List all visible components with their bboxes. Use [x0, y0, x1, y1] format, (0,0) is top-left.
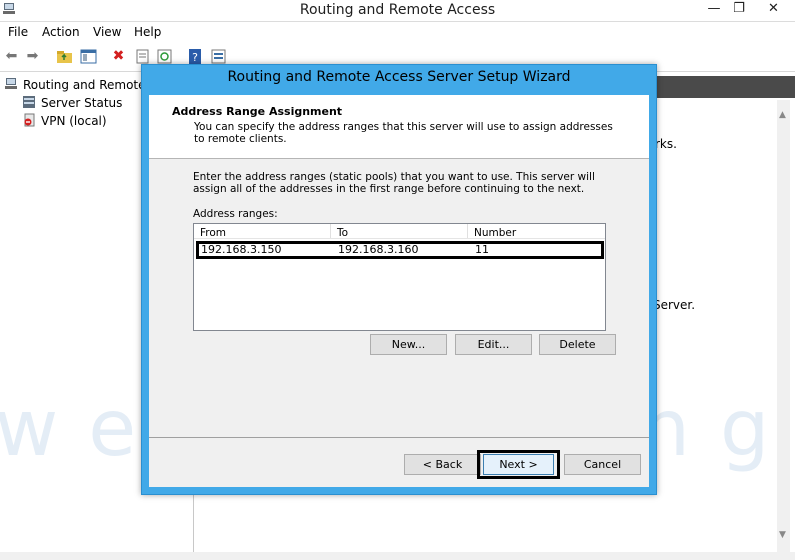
back-button[interactable]: < Back [404, 454, 481, 475]
edit-range-button[interactable]: Edit... [455, 334, 532, 355]
tree-item-vpn-local[interactable]: VPN (local) [22, 113, 107, 128]
tree-item-root[interactable]: Routing and Remote A [4, 77, 158, 92]
details-text-fragment-2: Server. [653, 298, 696, 312]
tree-item-server-status-label: Server Status [41, 96, 123, 110]
page-subheading: You can specify the address ranges that … [194, 121, 613, 145]
menu-view[interactable]: View [93, 25, 121, 39]
wizard-header: Address Range Assignment You can specify… [149, 95, 649, 159]
scroll-down-icon[interactable]: ▼ [779, 530, 786, 540]
refresh-icon[interactable] [156, 48, 173, 65]
column-header-to[interactable]: To [331, 224, 468, 239]
scroll-up-icon[interactable]: ▲ [779, 110, 786, 120]
dialog-title: Routing and Remote Access Server Setup W… [227, 69, 571, 85]
setup-wizard-dialog: Routing and Remote Access Server Setup W… [141, 64, 657, 495]
menu-action[interactable]: Action [42, 25, 80, 39]
cancel-button[interactable]: Cancel [564, 454, 641, 475]
delete-icon[interactable]: ✖ [110, 48, 127, 65]
cell-number: 11 [475, 243, 489, 256]
delete-range-button[interactable]: Delete [539, 334, 616, 355]
back-arrow-icon[interactable]: ⬅ [3, 48, 20, 65]
dialog-body: Address Range Assignment You can specify… [149, 95, 649, 487]
server-status-icon [22, 95, 36, 109]
close-button[interactable]: ✕ [752, 0, 795, 19]
footer-divider [149, 437, 649, 438]
forward-arrow-icon[interactable]: ➡ [24, 48, 41, 65]
server-icon [4, 77, 18, 91]
next-button[interactable]: Next > [483, 454, 554, 475]
cell-to: 192.168.3.160 [338, 243, 419, 256]
new-range-button[interactable]: New... [370, 334, 447, 355]
address-ranges-label: Address ranges: [193, 208, 278, 220]
export-list-icon[interactable] [210, 48, 227, 65]
show-hide-tree-icon[interactable] [80, 48, 97, 65]
column-header-number[interactable]: Number [468, 224, 604, 239]
maximize-button[interactable]: ❐ [722, 0, 756, 19]
svg-text:?: ? [192, 51, 198, 64]
list-header: From To Number [194, 224, 605, 239]
column-header-from[interactable]: From [194, 224, 331, 239]
details-scrollbar[interactable]: ▲ ▼ [777, 100, 790, 560]
address-ranges-list[interactable]: From To Number 192.168.3.150 192.168.3.1… [193, 223, 606, 331]
properties-icon[interactable] [134, 48, 151, 65]
cell-from: 192.168.3.150 [201, 243, 282, 256]
menu-help[interactable]: Help [134, 25, 161, 39]
menu-file[interactable]: File [8, 25, 28, 39]
up-folder-icon[interactable] [56, 48, 73, 65]
table-row[interactable]: 192.168.3.150 192.168.3.160 11 [196, 241, 604, 259]
details-text-fragment-1: rks. [655, 137, 677, 151]
vpn-server-stopped-icon [22, 113, 36, 127]
tree-item-vpn-local-label: VPN (local) [41, 114, 107, 128]
page-heading: Address Range Assignment [172, 105, 343, 118]
instructions-text: Enter the address ranges (static pools) … [193, 171, 595, 195]
window-title-bar: Routing and Remote Access — ❐ ✕ [0, 0, 795, 22]
menu-bar: File Action View Help [0, 22, 795, 42]
window-title: Routing and Remote Access [299, 2, 496, 18]
tree-item-root-label: Routing and Remote A [23, 78, 158, 92]
help-icon[interactable]: ? [187, 48, 204, 65]
status-bar [0, 552, 795, 560]
tree-item-server-status[interactable]: Server Status [22, 95, 122, 110]
